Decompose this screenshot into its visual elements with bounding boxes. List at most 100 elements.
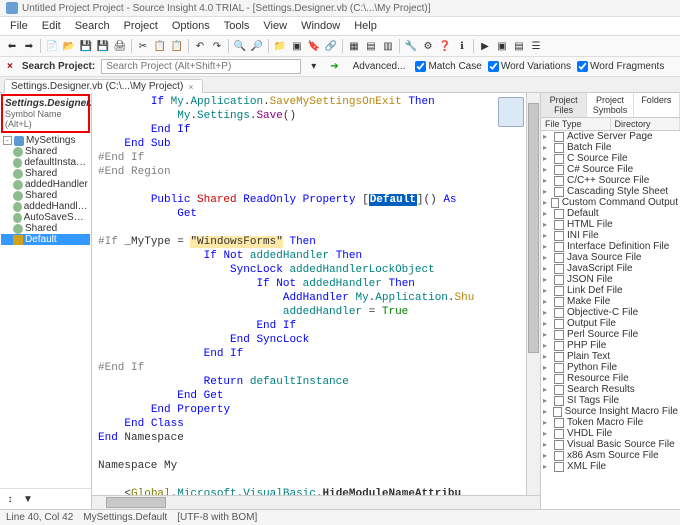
tab-close-icon[interactable]: ×: [186, 82, 195, 92]
expand-icon[interactable]: -: [3, 136, 12, 145]
symbol-node[interactable]: addedHandler: [1, 179, 90, 190]
filetype-item[interactable]: ▸Search Results: [541, 384, 680, 395]
symbol-name-field[interactable]: Symbol Name (Alt+L): [5, 109, 86, 129]
editor-tab[interactable]: Settings.Designer.vb (C:\...\My Project)…: [4, 79, 203, 93]
filetype-item[interactable]: ▸Link Def File: [541, 285, 680, 296]
expand-icon[interactable]: ▸: [543, 286, 551, 295]
symbol-node[interactable]: Shared: [1, 190, 90, 201]
filetype-item[interactable]: ▸Make File: [541, 296, 680, 307]
search-dropdown-icon[interactable]: ▾: [307, 60, 320, 73]
symbol-node[interactable]: Shared: [1, 146, 90, 157]
tree-sort-icon[interactable]: ↕: [2, 491, 18, 507]
expand-icon[interactable]: ▸: [543, 429, 551, 438]
undo-icon[interactable]: ↶: [192, 38, 208, 54]
symbol-node[interactable]: Default: [1, 234, 90, 245]
expand-icon[interactable]: ▸: [543, 352, 551, 361]
save-icon[interactable]: 💾: [78, 38, 94, 54]
expand-icon[interactable]: ▸: [543, 165, 551, 174]
new-icon[interactable]: 📄: [44, 38, 60, 54]
col-filetype[interactable]: File Type: [541, 118, 611, 130]
panel-tab[interactable]: Project Files: [541, 93, 587, 117]
print-icon[interactable]: 🖨: [112, 38, 128, 54]
menu-file[interactable]: File: [4, 18, 34, 34]
redo-icon[interactable]: ↷: [209, 38, 225, 54]
expand-icon[interactable]: ▸: [543, 187, 551, 196]
layout-icon[interactable]: ▦: [346, 38, 362, 54]
misc2-icon[interactable]: ▣: [494, 38, 510, 54]
editor-vscroll[interactable]: [526, 93, 540, 495]
menu-help[interactable]: Help: [348, 18, 383, 34]
symbol-node[interactable]: defaultInstance: [1, 157, 90, 168]
misc4-icon[interactable]: ☰: [528, 38, 544, 54]
expand-icon[interactable]: ▸: [543, 253, 551, 262]
expand-icon[interactable]: ▸: [543, 297, 551, 306]
expand-icon[interactable]: ▸: [543, 176, 551, 185]
symbol-node[interactable]: Shared: [1, 223, 90, 234]
cut-icon[interactable]: ✂: [135, 38, 151, 54]
filetype-item[interactable]: ▸INI File: [541, 230, 680, 241]
filetype-item[interactable]: ▸Token Macro File: [541, 417, 680, 428]
filetype-item[interactable]: ▸PHP File: [541, 340, 680, 351]
expand-icon[interactable]: ▸: [543, 264, 551, 273]
filetype-item[interactable]: ▸Default: [541, 208, 680, 219]
tools-icon[interactable]: 🔧: [403, 38, 419, 54]
layout2-icon[interactable]: ▤: [363, 38, 379, 54]
save-all-icon[interactable]: 💾: [95, 38, 111, 54]
filetype-item[interactable]: ▸Visual Basic Source File: [541, 439, 680, 450]
expand-icon[interactable]: ▸: [543, 231, 551, 240]
expand-icon[interactable]: ▸: [543, 220, 551, 229]
expand-icon[interactable]: ▸: [543, 308, 551, 317]
copy-icon[interactable]: 📋: [152, 38, 168, 54]
info-icon[interactable]: ℹ: [454, 38, 470, 54]
symbol-node[interactable]: -MySettings: [1, 135, 90, 146]
search-project-input[interactable]: [101, 59, 301, 74]
symbol-node[interactable]: Shared: [1, 168, 90, 179]
menu-tools[interactable]: Tools: [218, 18, 256, 34]
filetype-item[interactable]: ▸Source Insight Macro File: [541, 406, 680, 417]
expand-icon[interactable]: ▸: [543, 330, 551, 339]
project-icon[interactable]: 📁: [272, 38, 288, 54]
filetype-item[interactable]: ▸C/C++ Source File: [541, 175, 680, 186]
menu-options[interactable]: Options: [166, 18, 216, 34]
code-editor[interactable]: If My.Application.SaveMySettingsOnExit T…: [92, 93, 540, 509]
expand-icon[interactable]: ▸: [543, 385, 551, 394]
filetype-item[interactable]: ▸Perl Source File: [541, 329, 680, 340]
filetype-item[interactable]: ▸Python File: [541, 362, 680, 373]
menu-edit[interactable]: Edit: [36, 18, 67, 34]
options-icon[interactable]: ⚙: [420, 38, 436, 54]
match-case-checkbox[interactable]: Match Case: [415, 61, 481, 72]
filetype-item[interactable]: ▸SI Tags File: [541, 395, 680, 406]
expand-icon[interactable]: ▸: [543, 440, 551, 449]
advanced-button[interactable]: Advanced...: [349, 60, 410, 73]
filetype-item[interactable]: ▸x86 Asm Source File: [541, 450, 680, 461]
bookmarks-icon[interactable]: 🔖: [306, 38, 322, 54]
layout3-icon[interactable]: ▥: [380, 38, 396, 54]
tree-filter-icon[interactable]: ▼: [20, 491, 36, 507]
filetype-item[interactable]: ▸Plain Text: [541, 351, 680, 362]
word-fragments-checkbox[interactable]: Word Fragments: [577, 61, 664, 72]
filetype-item[interactable]: ▸C# Source File: [541, 164, 680, 175]
expand-icon[interactable]: ▸: [543, 418, 551, 427]
replace-icon[interactable]: 🔎: [249, 38, 265, 54]
filetype-item[interactable]: ▸Output File: [541, 318, 680, 329]
code-content[interactable]: If My.Application.SaveMySettingsOnExit T…: [92, 93, 540, 495]
search-go-icon[interactable]: ➔: [326, 60, 342, 73]
expand-icon[interactable]: ▸: [543, 462, 551, 471]
symbol-node[interactable]: addedHandlerLo: [1, 201, 90, 212]
filetype-item[interactable]: ▸Objective-C File: [541, 307, 680, 318]
filetype-item[interactable]: ▸Interface Definition File: [541, 241, 680, 252]
expand-icon[interactable]: ▸: [543, 198, 548, 207]
col-directory[interactable]: Directory: [611, 118, 680, 130]
misc3-icon[interactable]: ▤: [511, 38, 527, 54]
filetype-item[interactable]: ▸Java Source File: [541, 252, 680, 263]
filetype-item[interactable]: ▸Resource File: [541, 373, 680, 384]
symbol-node[interactable]: AutoSaveSetting: [1, 212, 90, 223]
menu-window[interactable]: Window: [295, 18, 346, 34]
expand-icon[interactable]: ▸: [543, 143, 551, 152]
expand-icon[interactable]: ▸: [543, 154, 551, 163]
forward-icon[interactable]: ➡: [21, 38, 37, 54]
expand-icon[interactable]: ▸: [543, 341, 551, 350]
expand-icon[interactable]: ▸: [543, 275, 551, 284]
filetype-item[interactable]: ▸Cascading Style Sheet: [541, 186, 680, 197]
symbol-tree[interactable]: -MySettingsShareddefaultInstanceSharedad…: [0, 134, 91, 488]
